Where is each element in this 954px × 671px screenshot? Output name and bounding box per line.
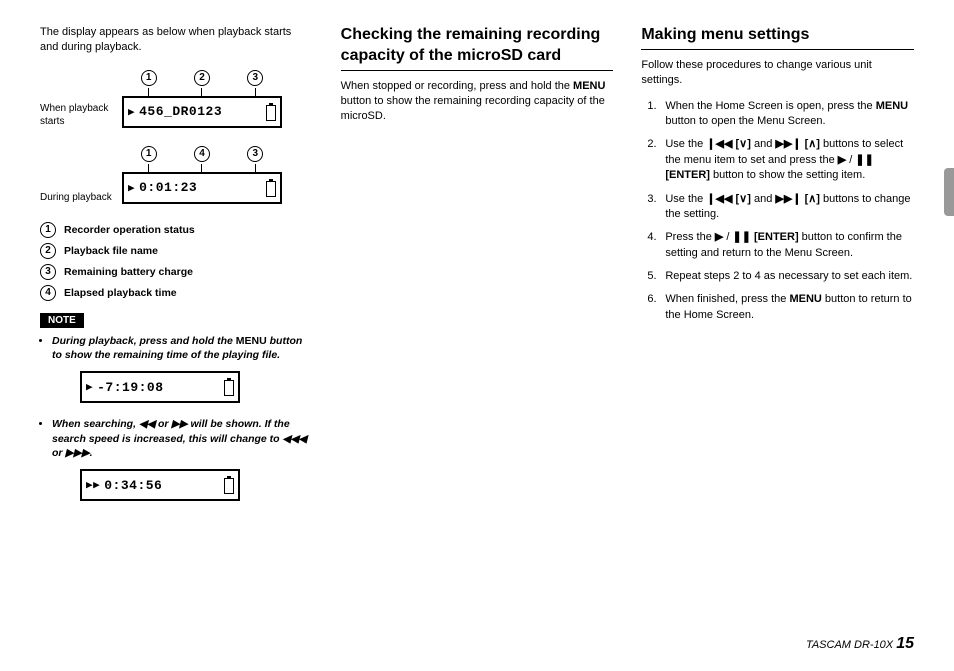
play-icon: ▶ — [86, 380, 93, 394]
lcd-display-1: ▶ 456_DR0123 — [122, 96, 282, 128]
step-3: Use the ❙◀◀ [∨] and ▶▶❙ [∧] buttons to c… — [647, 192, 914, 223]
triple-forward-icon: ▶▶▶ — [65, 447, 89, 459]
legend-text-1: Recorder operation status — [64, 224, 195, 236]
lcd2-value: 0:01:23 — [139, 180, 197, 195]
step-4: Press the ▶ / ❚❚ [ENTER] button to confi… — [647, 230, 914, 261]
fast-forward-icon: ▶▶ — [86, 478, 100, 492]
legend-text-4: Elapsed playback time — [64, 287, 177, 299]
capacity-body: When stopped or recording, press and hol… — [341, 79, 614, 125]
section-heading-menu: Making menu settings — [641, 25, 914, 50]
page-tab — [944, 168, 954, 216]
note-item-2: When searching, ◀◀ or ▶▶ will be shown. … — [52, 417, 313, 461]
column-middle: Checking the remaining recording capacit… — [341, 25, 614, 625]
rewind-icon: ◀◀ — [139, 418, 155, 430]
next-icon: ▶▶❙ — [775, 138, 801, 150]
menu-steps-list: When the Home Screen is open, press the … — [641, 99, 914, 324]
battery-icon — [224, 476, 234, 494]
lcd2-caption: During playback — [40, 191, 112, 204]
battery-icon — [224, 378, 234, 396]
step-6: When finished, press the MENU button to … — [647, 292, 914, 323]
lcd1-value: 456_DR0123 — [139, 104, 222, 119]
step-1: When the Home Screen is open, press the … — [647, 99, 914, 130]
legend-num-1: 1 — [40, 222, 56, 238]
lcd-display-2: ▶ 0:01:23 — [122, 172, 282, 204]
callout-legend: 1 Recorder operation status 2 Playback fil… — [40, 222, 313, 301]
triple-rewind-icon: ◀◀◀ — [283, 433, 307, 445]
legend-num-4: 4 — [40, 285, 56, 301]
fast-forward-icon: ▶▶ — [171, 418, 187, 430]
column-left: The display appears as below when playba… — [40, 25, 313, 625]
lcd-display-3: ▶ -7:19:08 — [80, 371, 240, 403]
menu-intro: Follow these procedures to change variou… — [641, 58, 914, 89]
prev-icon: ❙◀◀ — [706, 138, 732, 150]
pause-icon: ❚❚ — [733, 231, 751, 243]
play-icon: ▶ — [128, 181, 135, 195]
intro-text: The display appears as below when playba… — [40, 25, 313, 55]
note-item-1: During playback, press and hold the MENU… — [52, 334, 313, 363]
page-number: 15 — [896, 635, 914, 652]
callout-circle-4: 4 — [194, 146, 210, 162]
battery-icon — [266, 103, 276, 121]
play-icon: ▶ — [715, 231, 723, 243]
column-right: Making menu settings Follow these proced… — [641, 25, 914, 625]
next-icon: ▶▶❙ — [775, 193, 801, 205]
play-icon: ▶ — [128, 105, 135, 119]
step-2: Use the ❙◀◀ [∨] and ▶▶❙ [∧] buttons to s… — [647, 137, 914, 183]
step-5: Repeat steps 2 to 4 as necessary to set … — [647, 269, 914, 284]
callout-circle-1b: 1 — [141, 146, 157, 162]
lcd3-value: -7:19:08 — [97, 380, 163, 395]
callout-circle-1: 1 — [141, 70, 157, 86]
pause-icon: ❚❚ — [855, 154, 873, 166]
battery-icon — [266, 179, 276, 197]
legend-num-3: 3 — [40, 264, 56, 280]
legend-text-2: Playback file name — [64, 245, 158, 257]
section-heading-capacity: Checking the remaining recording capacit… — [341, 25, 614, 71]
page-footer: TASCAM DR-10X 15 — [806, 635, 914, 653]
legend-text-3: Remaining battery charge — [64, 266, 193, 278]
product-name: TASCAM DR-10X — [806, 639, 896, 651]
callout-circle-3b: 3 — [247, 146, 263, 162]
play-icon: ▶ — [838, 154, 846, 166]
lcd1-caption: When playback starts — [40, 102, 112, 128]
prev-icon: ❙◀◀ — [706, 193, 732, 205]
lcd-display-4: ▶▶ 0:34:56 — [80, 469, 240, 501]
callout-circle-2: 2 — [194, 70, 210, 86]
callout-circle-3: 3 — [247, 70, 263, 86]
note-label: NOTE — [40, 313, 84, 328]
legend-num-2: 2 — [40, 243, 56, 259]
lcd4-value: 0:34:56 — [104, 478, 162, 493]
